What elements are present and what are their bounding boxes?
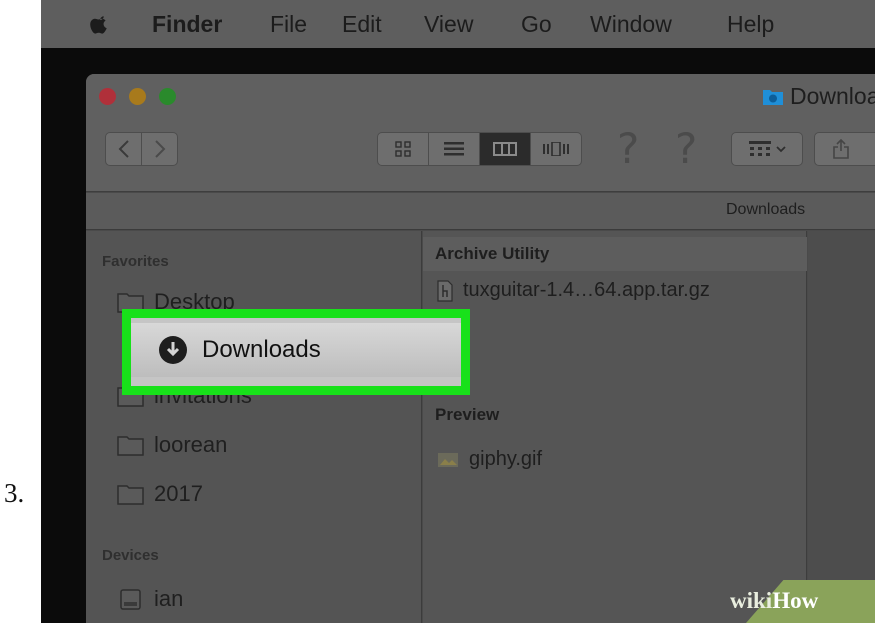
menu-window[interactable]: Window [590, 11, 672, 38]
highlight-callout: Downloads [122, 309, 470, 395]
menu-bar: Finder File Edit View Go Window Help [41, 0, 875, 48]
path-current-folder[interactable]: Downloads [726, 201, 805, 219]
forward-button[interactable] [141, 132, 178, 166]
file-item-label: giphy.gif [469, 448, 543, 470]
step-number: 3. [4, 478, 25, 508]
menu-go[interactable]: Go [521, 11, 552, 38]
menu-view[interactable]: View [424, 11, 473, 38]
cover-flow-icon [543, 142, 569, 156]
sidebar-item-label: Downloads [202, 336, 321, 363]
close-button[interactable] [99, 88, 116, 105]
path-bar: Downloads [86, 193, 875, 230]
wikihow-logo: wikiHow [730, 588, 818, 614]
folder-icon [117, 435, 144, 456]
question-mark-icon[interactable]: ? [675, 124, 697, 173]
group-header-preview: Preview [435, 405, 500, 424]
file-item-giphy[interactable]: giphy.gif [437, 448, 542, 471]
cover-flow-button[interactable] [530, 132, 582, 166]
menu-finder[interactable]: Finder [152, 11, 222, 38]
chevron-right-icon [154, 140, 165, 158]
sidebar-item-2017[interactable]: 2017 [117, 481, 203, 507]
share-button[interactable] [814, 132, 875, 166]
list-icon [444, 142, 464, 156]
screen: Finder File Edit View Go Window Help Dow… [41, 0, 875, 623]
sidebar-favorites-header: Favorites [102, 253, 169, 270]
sidebar-item-label: 2017 [154, 481, 203, 506]
columns-icon [493, 142, 517, 156]
group-header-archive-utility: Archive Utility [423, 237, 807, 271]
sidebar: Favorites Desktop invitations loorean 20… [86, 231, 422, 623]
sidebar-devices-header: Devices [102, 547, 159, 564]
question-mark-icon[interactable]: ? [617, 124, 639, 173]
list-view-button[interactable] [428, 132, 480, 166]
file-item-label: tuxguitar-1.4…64.app.tar.gz [463, 279, 710, 301]
arrange-button[interactable] [731, 132, 803, 166]
minimize-button[interactable] [129, 88, 146, 105]
menu-file[interactable]: File [270, 11, 307, 38]
wikihow-how: How [772, 588, 819, 613]
share-icon [833, 139, 849, 159]
chevron-left-icon [118, 140, 129, 158]
sidebar-item-label: loorean [154, 432, 228, 457]
menu-edit[interactable]: Edit [342, 11, 382, 38]
download-circle-icon [159, 336, 187, 364]
window-title: Downloads [790, 83, 875, 109]
download-folder-icon [763, 90, 783, 105]
sidebar-item-loorean[interactable]: loorean [117, 432, 227, 458]
icon-view-button[interactable] [377, 132, 429, 166]
toolbar: Downloads [86, 74, 875, 192]
grid-icon [395, 141, 411, 157]
back-button[interactable] [105, 132, 142, 166]
window-title-area: Downloads [762, 83, 875, 110]
file-column: Archive Utility tuxguitar-1.4…64.app.tar… [423, 231, 807, 623]
sidebar-item-ian[interactable]: ian [117, 586, 183, 612]
sidebar-item-downloads[interactable]: Downloads [131, 323, 461, 377]
chevron-down-icon [775, 145, 786, 152]
apple-logo-icon[interactable] [90, 14, 110, 34]
folder-icon [117, 484, 144, 505]
column-view-button[interactable] [479, 132, 531, 166]
empty-column [808, 231, 875, 623]
file-item-tuxguitar[interactable]: tuxguitar-1.4…64.app.tar.gz [437, 279, 710, 302]
arrange-grid-icon [748, 141, 771, 156]
view-mode-group [377, 132, 582, 166]
menu-help[interactable]: Help [727, 11, 774, 38]
archive-file-icon [437, 279, 453, 302]
sidebar-item-label: ian [154, 586, 184, 611]
hard-drive-icon [120, 588, 141, 610]
wikihow-wiki: wiki [730, 588, 773, 613]
image-file-icon [438, 452, 458, 467]
zoom-button[interactable] [159, 88, 176, 105]
